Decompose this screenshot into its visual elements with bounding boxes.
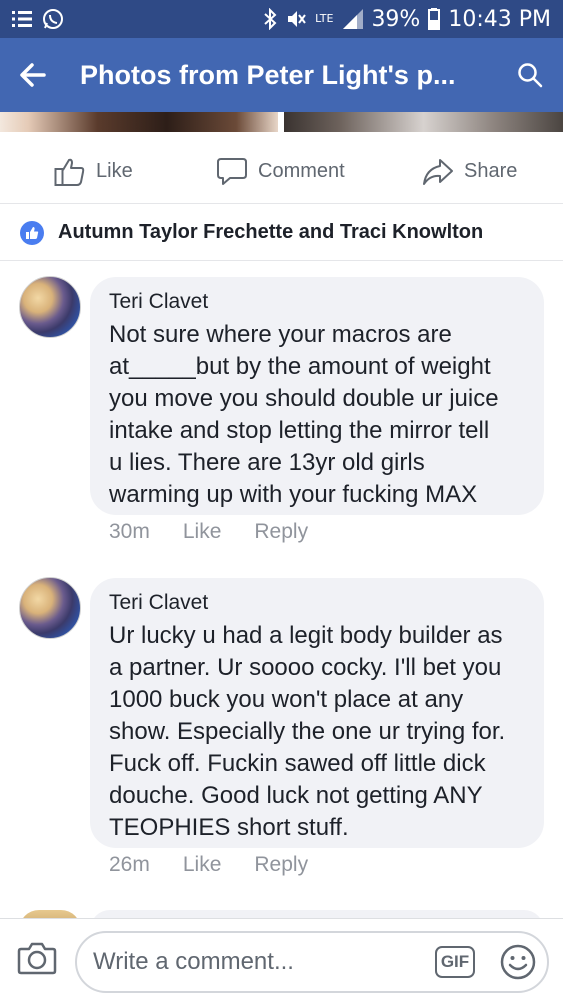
comment-label: Comment — [258, 160, 345, 182]
photo-strip[interactable] — [0, 112, 563, 132]
camera-icon[interactable] — [17, 941, 57, 975]
comment-like-button[interactable]: Like — [183, 853, 222, 877]
avatar[interactable] — [19, 577, 81, 639]
gif-button[interactable]: GIF — [435, 946, 475, 978]
reactions-summary[interactable]: Autumn Taylor Frechette and Traci Knowlt… — [0, 205, 563, 261]
comment-meta: 26m Like Reply — [109, 853, 308, 877]
gif-label: GIF — [440, 952, 470, 971]
mute-icon — [288, 11, 306, 27]
reactors-names: Autumn Taylor Frechette and Traci Knowlt… — [58, 221, 484, 243]
network-type: LTE — [315, 12, 334, 25]
share-arrow-icon — [423, 158, 453, 185]
speech-bubble-icon — [217, 157, 247, 185]
comment-reply-button[interactable]: Reply — [254, 520, 308, 544]
whatsapp-icon — [43, 9, 63, 29]
comment-author[interactable]: Teri Clavet — [109, 590, 526, 616]
like-badge-icon — [20, 220, 44, 245]
comment-button[interactable]: Comment — [216, 157, 345, 187]
notification-list-icon — [12, 11, 32, 27]
comment-text: Ur lucky u had a legit body builder as a… — [109, 622, 506, 841]
photo-thumbnail[interactable] — [0, 112, 278, 132]
clock: 10:43 PM — [448, 6, 551, 32]
signal-icon — [343, 9, 364, 29]
comment-author[interactable]: Teri Clavet — [109, 289, 526, 315]
bluetooth-icon — [264, 8, 277, 30]
comment-input[interactable] — [93, 948, 423, 976]
comment-reply-button[interactable]: Reply — [254, 853, 308, 877]
thumbs-up-icon — [54, 158, 85, 186]
comment-like-button[interactable]: Like — [183, 520, 222, 544]
like-button[interactable]: Like — [54, 157, 133, 187]
post-actions: Like Comment Share — [0, 140, 563, 204]
app-header: Photos from Peter Light's p... — [0, 38, 563, 112]
status-bar: LTE 39% 10:43 PM — [0, 0, 563, 38]
back-arrow-icon[interactable] — [20, 63, 46, 87]
share-label: Share — [464, 160, 518, 182]
comment-input-container[interactable]: GIF — [75, 931, 549, 993]
comment-bubble[interactable]: Teri Clavet Not sure where your macros a… — [90, 277, 544, 515]
like-label: Like — [96, 160, 133, 182]
battery-icon — [428, 8, 441, 30]
search-icon[interactable] — [517, 62, 543, 88]
comment-text: Not sure where your macros are at_____bu… — [109, 321, 499, 508]
page-title: Photos from Peter Light's p... — [80, 59, 456, 90]
comment-meta: 30m Like Reply — [109, 520, 308, 544]
avatar[interactable] — [19, 276, 81, 338]
smiley-icon[interactable] — [499, 943, 537, 981]
comment-timestamp: 26m — [109, 853, 150, 876]
photo-thumbnail[interactable] — [284, 112, 563, 132]
comment-bubble[interactable]: Teri Clavet Ur lucky u had a legit body … — [90, 578, 544, 848]
share-button[interactable]: Share — [422, 157, 517, 187]
battery-percent: 39% — [371, 6, 421, 32]
comment-timestamp: 30m — [109, 520, 150, 543]
comment-composer: GIF — [0, 918, 563, 1000]
